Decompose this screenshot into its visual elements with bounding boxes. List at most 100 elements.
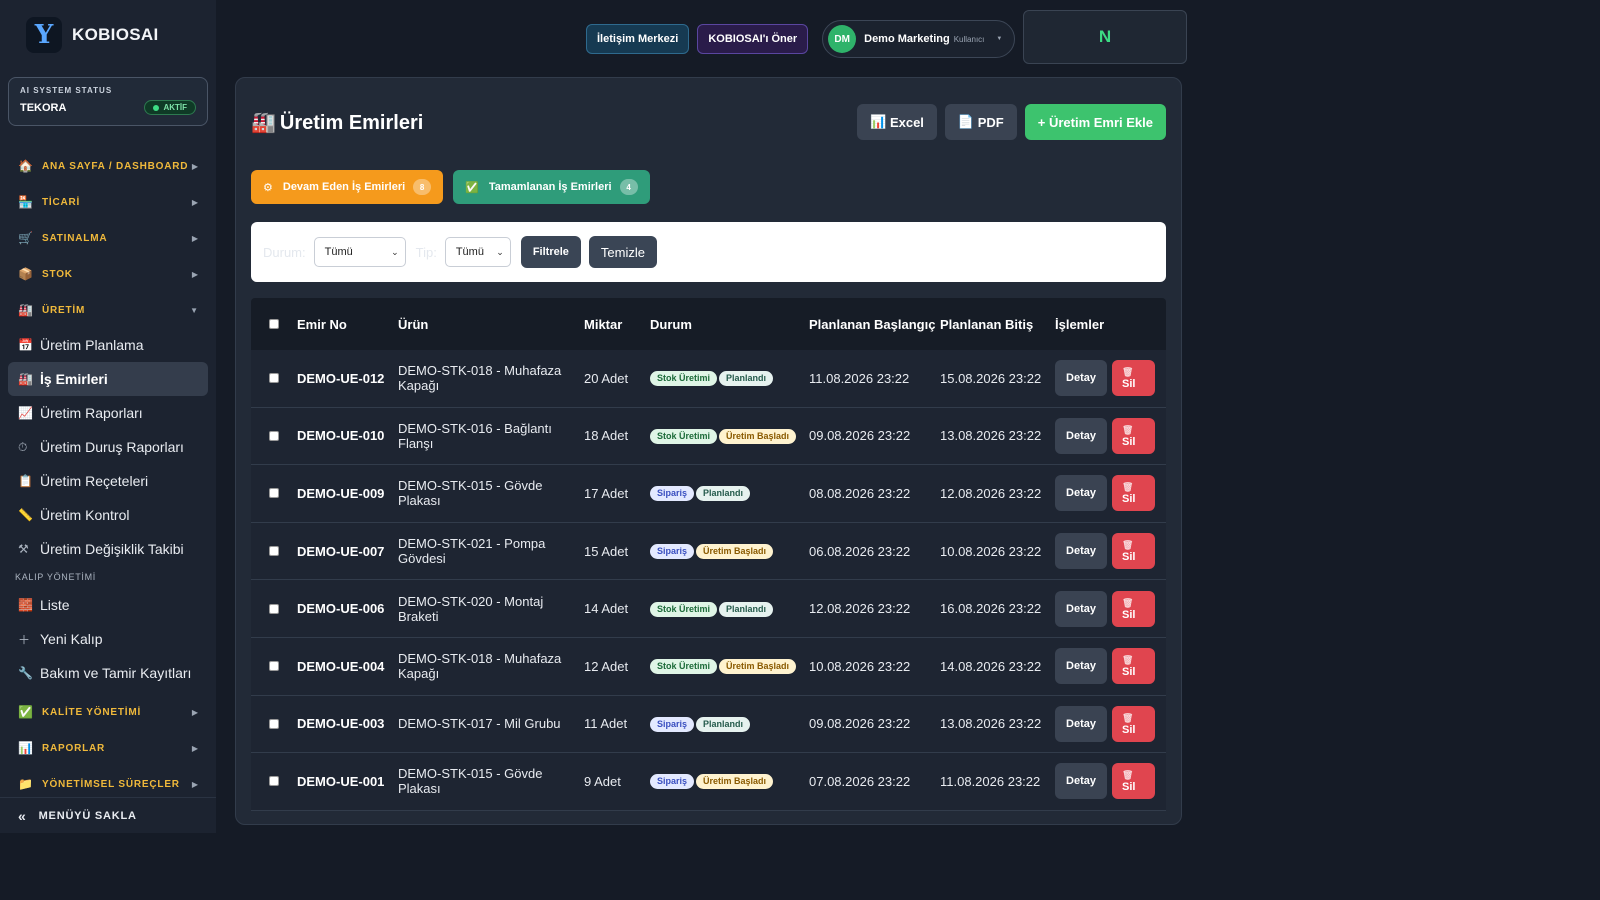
delete-button[interactable]: 🗑 Sil xyxy=(1112,648,1155,685)
table-row[interactable]: DEMO-UE-001 DEMO-STK-015 - Gövde Plakası 9… xyxy=(251,753,1166,811)
chevron-down-icon: ⌄ xyxy=(391,246,399,257)
nav-dashboard[interactable]: 🏠 ANA SAYFA / DASHBOARD ▶ xyxy=(0,148,216,184)
detail-button[interactable]: Detay xyxy=(1055,763,1107,800)
quantity: 11 Adet xyxy=(584,716,628,732)
plus-icon: ＋ xyxy=(18,632,31,647)
sidebar-item-yeni-kalip[interactable]: ＋ Yeni Kalıp xyxy=(8,622,208,656)
clear-button[interactable]: Temizle xyxy=(588,236,657,268)
row-checkbox[interactable] xyxy=(269,776,279,787)
excel-export-button[interactable]: 📊 Excel xyxy=(857,104,937,140)
panel-header: 🏭 Üretim Emirleri 📊 Excel 📄 PDF + Üretim … xyxy=(251,104,1166,140)
row-checkbox[interactable] xyxy=(269,718,279,729)
type-filter-select[interactable]: Tümü ⌄ xyxy=(444,237,511,267)
delete-button[interactable]: 🗑 Sil xyxy=(1112,705,1155,742)
user-role: Kullanıcı xyxy=(953,34,985,44)
detail-button[interactable]: Detay xyxy=(1055,417,1107,454)
tab-completed-orders[interactable]: ✅ Tamamlanan İş Emirleri 4 xyxy=(453,170,650,204)
nav-ticari[interactable]: 🏪 TİCARİ ▶ xyxy=(0,184,216,220)
hide-menu-button[interactable]: « MENÜYÜ SAKLA xyxy=(0,797,216,833)
delete-button[interactable]: 🗑 Sil xyxy=(1112,360,1155,397)
sidebar-item-label: Üretim Duruş Raporları xyxy=(40,439,184,455)
select-all-checkbox[interactable] xyxy=(269,319,279,329)
sidebar-item-uretim-kontrol[interactable]: 📏 Üretim Kontrol xyxy=(8,498,208,532)
sidebar-item-uretim-raporlari[interactable]: 📈 Üretim Raporları xyxy=(8,396,208,430)
detail-button[interactable]: Detay xyxy=(1055,475,1107,512)
tab-completed-count: 4 xyxy=(619,179,638,195)
table-row[interactable]: DEMO-UE-012 DEMO-STK-018 - Muhafaza Kapağ… xyxy=(251,350,1166,408)
sidebar-item-kalip-liste[interactable]: 🧱 Liste xyxy=(8,588,208,622)
status-badge: Planlandı xyxy=(719,601,774,617)
row-actions: Detay 🗑 Sil xyxy=(1055,533,1166,570)
order-no: DEMO-UE-003 xyxy=(297,716,385,732)
table-row[interactable]: DEMO-UE-007 DEMO-STK-021 - Pompa Gövdesi 1… xyxy=(251,522,1166,581)
status-badge: Planlandı xyxy=(719,371,774,387)
sidebar-item-bakim-tamir[interactable]: 🔧 Bakım ve Tamir Kayıtları xyxy=(8,656,208,690)
nav-stok[interactable]: 📦 STOK ▶ xyxy=(0,256,216,292)
table-row[interactable]: DEMO-UE-009 DEMO-STK-015 - Gövde Plakası 1… xyxy=(251,465,1166,523)
row-checkbox[interactable] xyxy=(269,373,279,384)
type-badge: Stok Üretimi xyxy=(650,601,718,617)
row-checkbox[interactable] xyxy=(269,488,279,499)
add-production-order-button[interactable]: + Üretim Emri Ekle xyxy=(1024,104,1166,140)
sidebar-item-label: İş Emirleri xyxy=(40,371,108,387)
user-name: Demo Marketing xyxy=(864,33,950,45)
quantity: 20 Adet xyxy=(584,370,629,386)
table-row[interactable]: DEMO-UE-006 DEMO-STK-020 - Montaj Braketi… xyxy=(251,580,1166,638)
nav-raporlar[interactable]: 📊 RAPORLAR ▶ xyxy=(0,730,216,766)
table-row[interactable]: DEMO-UE-004 DEMO-STK-018 - Muhafaza Kapağ… xyxy=(251,637,1166,696)
product-name: DEMO-STK-017 - Mil Grubu xyxy=(398,716,561,732)
brand[interactable]: Y KOBIOSAI xyxy=(0,0,216,70)
filter-button[interactable]: Filtrele xyxy=(520,236,581,268)
planned-start: 10.08.2026 23:22 xyxy=(809,658,911,674)
contact-center-button[interactable]: İletişim Merkezi xyxy=(586,24,690,54)
quantity: 18 Adet xyxy=(584,428,629,444)
gear-icon: ⚙ xyxy=(263,181,273,194)
sidebar-item-durus-raporlari[interactable]: ⏱ Üretim Duruş Raporları xyxy=(8,430,208,464)
delete-button[interactable]: 🗑 Sil xyxy=(1112,590,1155,627)
sidebar-item-receteler[interactable]: 📋 Üretim Reçeteleri xyxy=(8,464,208,498)
chevron-right-icon: ▶ xyxy=(191,269,198,279)
detail-button[interactable]: Detay xyxy=(1055,533,1107,570)
row-checkbox[interactable] xyxy=(269,546,279,557)
tab-ongoing-orders[interactable]: ⚙ Devam Eden İş Emirleri 8 xyxy=(251,170,444,204)
pdf-label: PDF xyxy=(977,114,1004,130)
suggest-button[interactable]: KOBIOSAI'ı Öner xyxy=(697,24,809,54)
ai-status-badge-label: AKTİF xyxy=(163,103,187,112)
row-checkbox[interactable] xyxy=(269,661,279,672)
row-checkbox[interactable] xyxy=(269,603,279,614)
trash-icon: 🗑 xyxy=(1122,712,1134,723)
notification-panel[interactable]: N xyxy=(1023,10,1187,64)
status-cell: Sipariş Üretim Başladı xyxy=(650,772,809,790)
col-header-qty[interactable]: Miktar xyxy=(584,317,650,332)
detail-button[interactable]: Detay xyxy=(1055,648,1107,685)
sidebar-item-uretim-planlama[interactable]: 📅 Üretim Planlama xyxy=(8,328,208,362)
table-row[interactable]: DEMO-UE-003 DEMO-STK-017 - Mil Grubu 11 Ad… xyxy=(251,695,1166,754)
chevron-right-icon: ▶ xyxy=(191,707,198,717)
sidebar-item-is-emirleri[interactable]: 🏭 İş Emirleri xyxy=(8,362,208,396)
col-header-start[interactable]: Planlanan Başlangıç xyxy=(809,317,940,332)
main-panel: 🏭 Üretim Emirleri 📊 Excel 📄 PDF + Üretim … xyxy=(235,77,1182,825)
delete-button[interactable]: 🗑 Sil xyxy=(1112,763,1155,800)
detail-button[interactable]: Detay xyxy=(1055,590,1107,627)
nav-kalite[interactable]: ✅ KALİTE YÖNETİMİ ▶ xyxy=(0,694,216,730)
detail-button[interactable]: Detay xyxy=(1055,705,1107,742)
detail-button[interactable]: Detay xyxy=(1055,360,1107,397)
user-menu[interactable]: DM Demo Marketing Kullanıcı ▼ xyxy=(822,20,1016,58)
type-badge: Sipariş xyxy=(650,716,695,732)
sidebar-item-degisiklik-takibi[interactable]: ⚒ Üretim Değişiklik Takibi xyxy=(8,532,208,566)
status-filter-select[interactable]: Tümü ⌄ xyxy=(313,237,406,267)
col-header-product[interactable]: Ürün xyxy=(398,317,584,332)
col-header-status[interactable]: Durum xyxy=(650,317,809,332)
factory-icon: 🏭 xyxy=(18,372,33,386)
delete-button[interactable]: 🗑 Sil xyxy=(1112,475,1155,512)
table-row[interactable]: DEMO-UE-010 DEMO-STK-016 - Bağlantı Flanş… xyxy=(251,407,1166,466)
col-header-end[interactable]: Planlanan Bitiş xyxy=(940,317,1055,332)
delete-button[interactable]: 🗑 Sil xyxy=(1112,533,1155,570)
delete-button[interactable]: 🗑 Sil xyxy=(1112,417,1155,454)
nav-uretim[interactable]: 🏭 ÜRETİM ▼ xyxy=(0,292,216,328)
col-header-no[interactable]: Emir No xyxy=(297,317,398,332)
planned-start: 06.08.2026 23:22 xyxy=(809,543,911,559)
pdf-export-button[interactable]: 📄 PDF xyxy=(944,104,1017,140)
row-checkbox[interactable] xyxy=(269,430,279,441)
nav-satinalma[interactable]: 🛒 SATINALMA ▶ xyxy=(0,220,216,256)
